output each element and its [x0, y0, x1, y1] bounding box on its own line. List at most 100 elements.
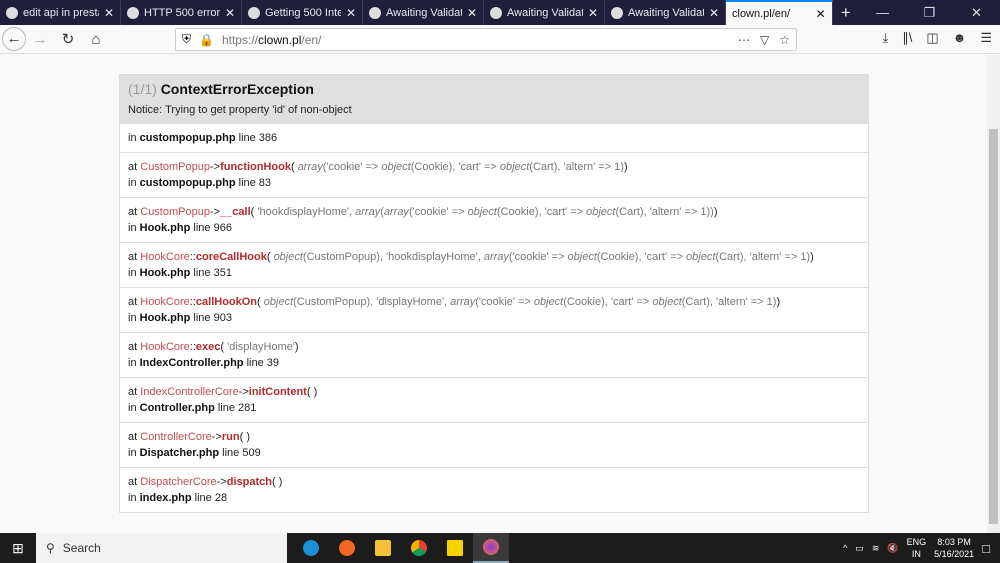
battery-icon[interactable]: ▭ [855, 543, 864, 554]
volume-muted-icon[interactable]: 🔇 [887, 543, 898, 554]
trace-line: line 281 [217, 402, 257, 414]
browser-tab[interactable]: clown.pl/en/ ✕ [726, 0, 833, 25]
edge-icon[interactable] [293, 533, 329, 563]
arg-type: object [263, 296, 294, 308]
new-tab-button[interactable]: + [833, 0, 859, 25]
prestashop-icon [127, 6, 139, 19]
at-label: at [128, 206, 138, 218]
file-explorer-icon[interactable] [365, 533, 401, 563]
browser-tab[interactable]: Awaiting Validation ✕ [484, 0, 605, 25]
account-icon[interactable]: ☻ [953, 30, 967, 46]
close-window-button[interactable]: ✕ [953, 0, 1000, 25]
arg-text: (Cart), 'altern' => 1) [681, 296, 777, 308]
minimize-button[interactable]: — [859, 0, 906, 25]
lock-icon[interactable]: 🔒 [199, 33, 214, 47]
close-tab-icon[interactable]: ✕ [467, 6, 477, 20]
close-tab-icon[interactable]: ✕ [816, 7, 826, 21]
browser-tab[interactable]: HTTP 500 error: wha ✕ [121, 0, 242, 25]
notifications-icon[interactable]: □ [982, 541, 990, 556]
arg-text: (Cart), 'altern' => 1)) [615, 206, 714, 218]
google-icon [6, 6, 18, 19]
close-tab-icon[interactable]: ✕ [709, 6, 719, 20]
browser-tab[interactable]: Awaiting Validation ✕ [605, 0, 726, 25]
trace-function: run [221, 431, 240, 443]
arg-type: array [297, 161, 323, 173]
arg-text: (Cookie), 'cart' => [410, 161, 500, 173]
scrollbar-thumb[interactable] [989, 129, 998, 524]
prestashop-icon [369, 6, 381, 19]
wifi-icon[interactable]: ≋ [872, 543, 880, 554]
trace-line: line 509 [222, 447, 261, 459]
home-button[interactable]: ⌂ [82, 31, 110, 48]
in-label: in [128, 357, 137, 369]
trace-row: at HookCore::exec( 'displayHome') in Ind… [120, 332, 868, 377]
arg-type: array [450, 296, 476, 308]
in-label: in [128, 312, 137, 324]
arg-type: array [483, 251, 509, 263]
chevron-up-icon[interactable]: ^ [843, 543, 847, 553]
trace-function: initContent [248, 386, 307, 398]
firefox-icon[interactable] [473, 533, 509, 563]
trace-row: at CustomPopup->__call( 'hookdisplayHome… [120, 197, 868, 242]
chrome-icon[interactable] [401, 533, 437, 563]
clock[interactable]: 8:03 PM 5/16/2021 [934, 536, 974, 560]
window-controls: — ❐ ✕ [859, 0, 1000, 25]
trace-class: HookCore [140, 296, 190, 308]
browser-tab[interactable]: Getting 500 Internal ✕ [242, 0, 363, 25]
scrollbar[interactable] [987, 55, 1000, 533]
menu-icon[interactable]: ☰ [980, 30, 992, 46]
in-label: in [128, 402, 137, 414]
arg-text: 'displayHome' [227, 341, 295, 353]
app-orange-icon[interactable] [329, 533, 365, 563]
trace-file: Hook.php [139, 267, 191, 279]
arg-type: object [652, 296, 682, 308]
arg-type: array [383, 206, 409, 218]
tab-title: edit api in prestasho [23, 6, 99, 19]
bookmark-star-icon[interactable]: ☆ [779, 33, 790, 47]
arg-text: (Cookie), 'cart' => [563, 296, 653, 308]
library-icon[interactable]: ∥\ [902, 30, 912, 46]
close-tab-icon[interactable]: ✕ [104, 6, 114, 20]
shield-icon[interactable]: ⛨ [182, 32, 191, 47]
tab-title: Awaiting Validation [386, 6, 462, 19]
tab-title: clown.pl/en/ [732, 7, 791, 20]
url-bar[interactable]: ⛨ 🔒 https://clown.pl/en/ ⋯ ▽ ☆ [175, 28, 797, 51]
taskbar: ⊞ ⚲ Search ^ ▭ ≋ 🔇 ENG IN 8:03 PM 5/16/2021… [0, 533, 1000, 563]
trace-function: dispatch [226, 476, 272, 488]
prestashop-icon [490, 6, 502, 19]
reload-button[interactable]: ↻ [54, 30, 82, 48]
taskbar-search[interactable]: ⚲ Search [36, 533, 287, 563]
language-indicator[interactable]: ENG IN [907, 536, 927, 560]
trace-class: ControllerCore [140, 431, 212, 443]
sticky-notes-icon[interactable] [437, 533, 473, 563]
at-label: at [128, 476, 138, 488]
close-tab-icon[interactable]: ✕ [588, 6, 598, 20]
trace-function: functionHook [220, 161, 291, 173]
at-label: at [128, 296, 138, 308]
exception-panel: (1/1) ContextErrorException Notice: Tryi… [119, 74, 869, 513]
trace-row: at ControllerCore->run( ) in Dispatcher.… [120, 422, 868, 467]
arg-type: object [381, 161, 411, 173]
arg-type: object [567, 251, 597, 263]
in-label: in [128, 222, 137, 234]
trace-class: CustomPopup [140, 161, 210, 173]
maximize-button[interactable]: ❐ [906, 0, 953, 25]
browser-tab[interactable]: Awaiting Validation ✕ [363, 0, 484, 25]
close-tab-icon[interactable]: ✕ [225, 6, 235, 20]
arg-text: ('cookie' => [508, 251, 568, 263]
trace-line: line 966 [193, 222, 232, 234]
trace-line: line 351 [193, 267, 232, 279]
forward-button[interactable]: → [26, 31, 54, 48]
arg-text: (Cookie), 'cart' => [596, 251, 687, 263]
pocket-icon[interactable]: ▽ [760, 33, 769, 47]
downloads-icon[interactable]: ⤓ [882, 30, 888, 46]
trace-class: HookCore [140, 341, 190, 353]
back-button[interactable]: ← [2, 27, 26, 51]
sidebar-icon[interactable]: ◫ [926, 30, 938, 46]
page-actions-icon[interactable]: ⋯ [738, 33, 750, 47]
trace-function: coreCallHook [195, 251, 267, 263]
close-tab-icon[interactable]: ✕ [346, 6, 356, 20]
windows-start-icon[interactable]: ⊞ [0, 540, 36, 557]
arg-type: object [467, 206, 497, 218]
browser-tab[interactable]: edit api in prestasho ✕ [0, 0, 121, 25]
